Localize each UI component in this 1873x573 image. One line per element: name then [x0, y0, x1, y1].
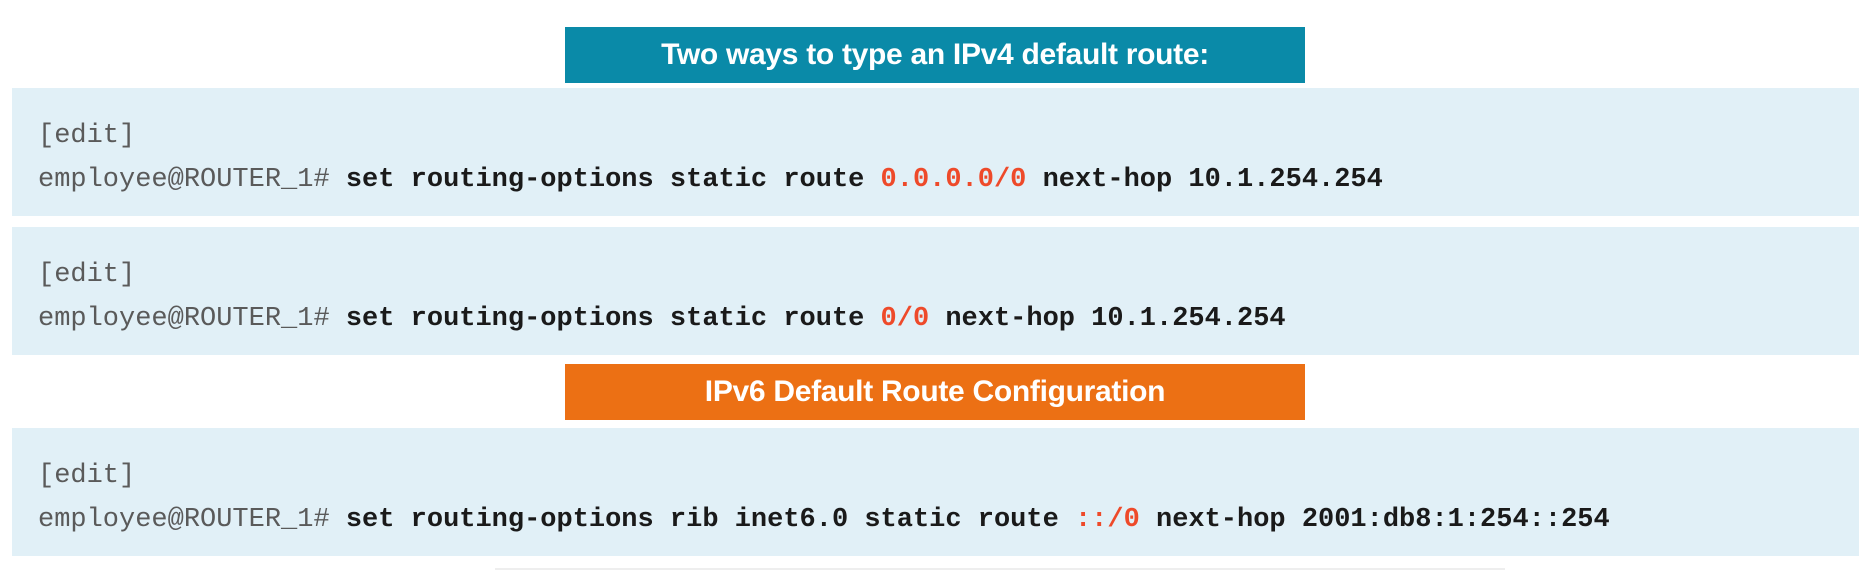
ipv4-heading-banner: Two ways to type an IPv4 default route: [565, 27, 1305, 83]
cli-prompt: employee@ROUTER_1# [38, 165, 346, 195]
route-prefix-highlight: 0/0 [880, 304, 930, 334]
ipv6-heading-text: IPv6 Default Route Configuration [704, 375, 1166, 408]
command-line: employee@ROUTER_1# set routing-options s… [38, 158, 1859, 202]
code-block-ipv4-full: [edit] employee@ROUTER_1# set routing-opt… [12, 88, 1859, 216]
cli-prompt: employee@ROUTER_1# [38, 505, 346, 535]
command-line: employee@ROUTER_1# set routing-options s… [38, 297, 1859, 341]
command-line: employee@ROUTER_1# set routing-options r… [38, 498, 1859, 542]
context-line: [edit] [38, 253, 1859, 297]
command-text: set routing-options static route [345, 165, 881, 195]
cli-prompt: employee@ROUTER_1# [38, 304, 346, 334]
context-line: [edit] [38, 114, 1859, 158]
command-text: set routing-options static route [345, 304, 881, 334]
next-hop-text: next-hop 10.1.254.254 [1026, 165, 1383, 195]
route-prefix-highlight: 0.0.0.0/0 [880, 165, 1027, 195]
code-block-ipv6: [edit] employee@ROUTER_1# set routing-opt… [12, 428, 1859, 556]
next-hop-text: next-hop 10.1.254.254 [929, 304, 1286, 334]
ipv6-heading-banner: IPv6 Default Route Configuration [565, 364, 1305, 420]
ipv4-heading-text: Two ways to type an IPv4 default route: [661, 38, 1209, 71]
command-text: set routing-options rib inet6.0 static r… [345, 505, 1075, 535]
edit-context: [edit] [38, 260, 136, 290]
code-block-ipv4-short: [edit] employee@ROUTER_1# set routing-opt… [12, 227, 1859, 355]
context-line: [edit] [38, 454, 1859, 498]
edit-context: [edit] [38, 461, 136, 491]
next-hop-text: next-hop 2001:db8:1:254::254 [1139, 505, 1610, 535]
edit-context: [edit] [38, 121, 136, 151]
route-prefix-highlight: ::/0 [1074, 505, 1140, 535]
bottom-divider [495, 568, 1505, 570]
